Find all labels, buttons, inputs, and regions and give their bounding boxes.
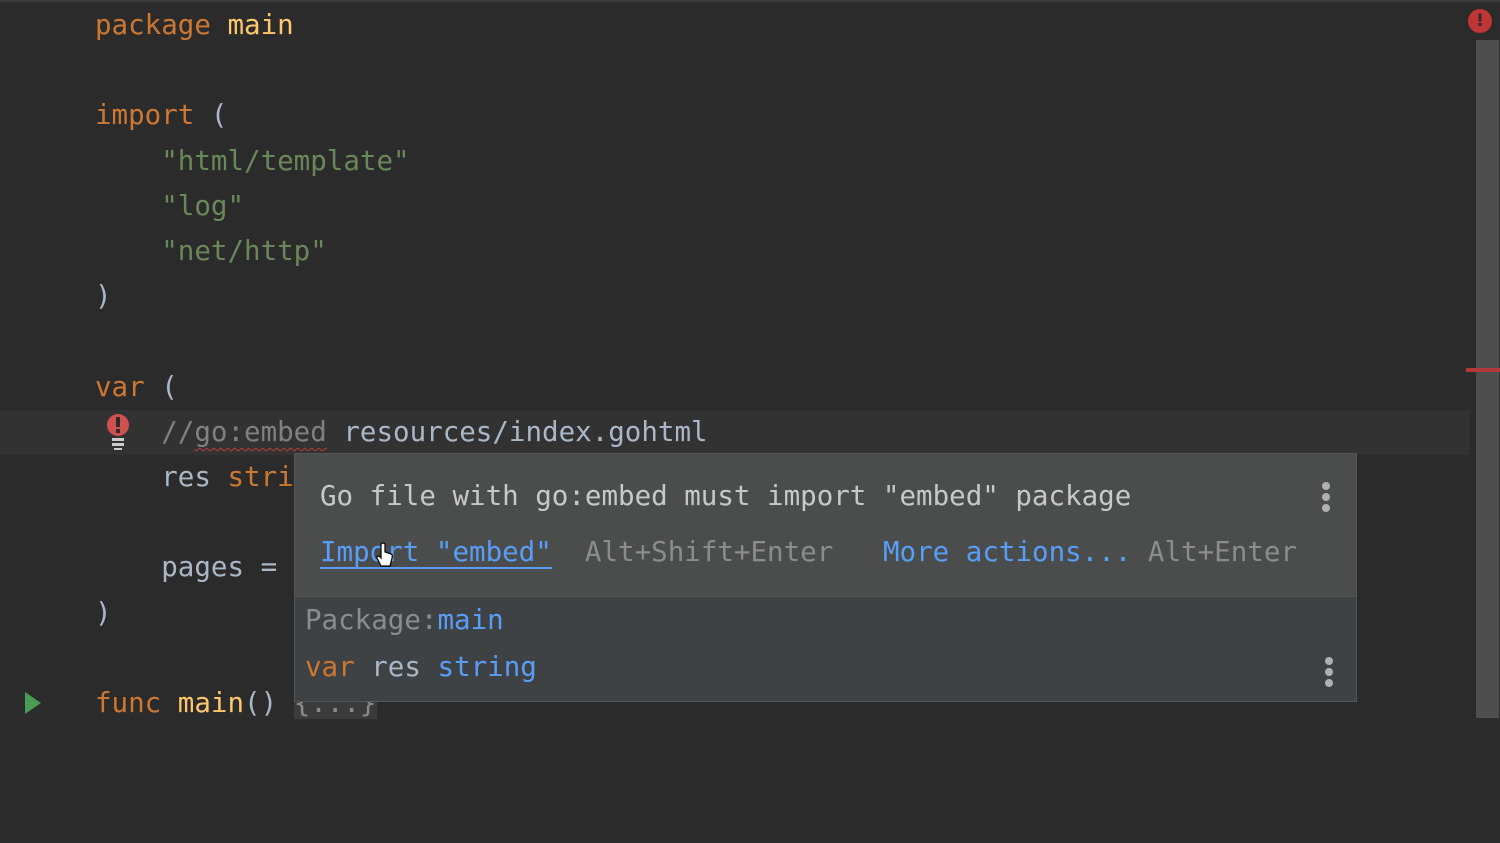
token-fn: main bbox=[227, 9, 294, 41]
code-line[interactable]: ) bbox=[0, 274, 1470, 319]
hand-cursor-icon bbox=[376, 542, 393, 567]
code-line[interactable]: var ( bbox=[0, 365, 1470, 410]
error-status-icon[interactable]: ! bbox=[1468, 9, 1492, 33]
quick-fix-popup: Go file with go:embed must import "embed… bbox=[294, 453, 1357, 702]
token-plain: () bbox=[244, 687, 294, 719]
more-options-icon[interactable] bbox=[1322, 482, 1330, 515]
token-kw: func bbox=[95, 687, 178, 719]
fix-shortcut: Alt+Shift+Enter bbox=[584, 536, 834, 568]
code-text: package main bbox=[95, 3, 294, 48]
token-plain: pages = bbox=[95, 551, 294, 584]
code-text: import ( bbox=[95, 93, 227, 138]
token-fn: main bbox=[177, 687, 245, 719]
decl-type[interactable]: string bbox=[437, 651, 536, 683]
package-info: Package:main bbox=[305, 604, 504, 636]
more-actions-shortcut: Alt+Enter bbox=[1147, 536, 1297, 568]
code-line[interactable] bbox=[0, 319, 1470, 364]
decl-name: res bbox=[371, 651, 421, 683]
token-kw: import bbox=[95, 99, 211, 132]
code-text: ) bbox=[95, 274, 112, 319]
import-embed-link[interactable]: Import "embed" bbox=[320, 536, 552, 568]
code-text: "log" bbox=[95, 184, 244, 229]
code-editor[interactable]: package main import ( "html/template" "lo… bbox=[0, 0, 1470, 843]
token-plain: ) bbox=[95, 596, 112, 629]
token-plain: ( bbox=[210, 99, 228, 132]
package-label: Package: bbox=[305, 604, 438, 636]
error-stripe-marker[interactable] bbox=[1466, 368, 1500, 372]
more-actions-link[interactable]: More actions... bbox=[883, 536, 1131, 568]
token-plain: ) bbox=[95, 280, 112, 313]
token-unused: go:embed bbox=[194, 415, 327, 448]
code-text: "net/http" bbox=[95, 229, 327, 274]
declaration-info: var res string bbox=[305, 651, 537, 683]
code-text: //go:embed resources/index.gohtml bbox=[95, 410, 708, 455]
error-message: Go file with go:embed must import "embed… bbox=[320, 480, 1132, 512]
code-line[interactable]: //go:embed resources/index.gohtml bbox=[0, 409, 1470, 455]
more-actions[interactable]: More actions... Alt+Enter bbox=[883, 536, 1297, 568]
token-str: "log" bbox=[95, 189, 245, 222]
token-str: "net/http" bbox=[95, 235, 327, 267]
code-text: "html/template" bbox=[95, 139, 410, 184]
code-text: ) bbox=[95, 591, 112, 636]
code-line[interactable] bbox=[0, 48, 1470, 93]
token-str: "html/template" bbox=[95, 144, 410, 177]
run-icon[interactable] bbox=[25, 692, 41, 714]
code-text: res stri bbox=[95, 455, 294, 500]
code-line[interactable]: "html/template" bbox=[0, 139, 1470, 184]
code-line[interactable]: package main bbox=[0, 3, 1470, 48]
decl-keyword: var bbox=[305, 651, 355, 683]
popup-problem-section: Go file with go:embed must import "embed… bbox=[295, 454, 1356, 597]
token-cmt: // bbox=[95, 415, 195, 448]
token-plain: res bbox=[95, 461, 228, 493]
doc-options-icon[interactable] bbox=[1325, 657, 1333, 690]
token-kw: package bbox=[95, 9, 228, 41]
import-fix-action[interactable]: Import "embed" Alt+Shift+Enter bbox=[320, 536, 833, 568]
code-line[interactable]: "log" bbox=[0, 184, 1470, 229]
token-kw: var bbox=[95, 370, 162, 403]
package-name[interactable]: main bbox=[437, 604, 503, 636]
code-line[interactable]: "net/http" bbox=[0, 229, 1470, 274]
code-text: pages = bbox=[95, 545, 294, 590]
code-text: var ( bbox=[95, 365, 178, 410]
token-kw: stri bbox=[227, 461, 294, 493]
code-line[interactable]: import ( bbox=[0, 93, 1470, 138]
vertical-scrollbar[interactable] bbox=[1476, 40, 1499, 718]
token-plain: ( bbox=[161, 370, 178, 403]
token-plain: resources/index.gohtml bbox=[326, 415, 708, 448]
